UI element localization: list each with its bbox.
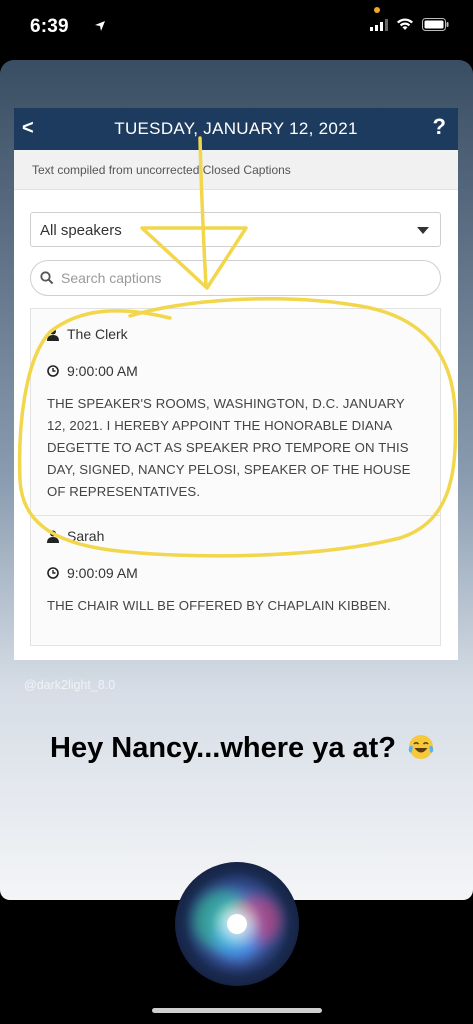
status-bar: 6:39 xyxy=(0,0,473,60)
speaker-name: The Clerk xyxy=(67,326,128,342)
subtitle-text: Text compiled from uncorrected Closed Ca… xyxy=(32,163,291,177)
time-row: 9:00:00 AM xyxy=(47,363,424,379)
caption-text: THE CHAIR WILL BE OFFERED BY CHAPLAIN KI… xyxy=(47,598,391,613)
caret-down-icon xyxy=(417,227,429,234)
battery-icon xyxy=(422,18,449,31)
speaker-row: The Clerk xyxy=(47,326,424,342)
caption-page-header: < TUESDAY, JANUARY 12, 2021 ? xyxy=(14,108,458,150)
speaker-filter-value: All speakers xyxy=(40,222,122,239)
subtitle-bar: Text compiled from uncorrected Closed Ca… xyxy=(14,150,458,190)
speaker-row: Sarah xyxy=(47,528,424,544)
speaker-filter-select[interactable]: All speakers xyxy=(30,212,441,247)
user-icon xyxy=(47,328,59,341)
caption-entry: The Clerk 9:00:00 AM THE SPEAKER'S ROOMS… xyxy=(30,308,441,516)
status-icons xyxy=(370,18,449,31)
search-input[interactable] xyxy=(61,266,431,290)
search-icon xyxy=(40,271,54,285)
user-icon xyxy=(47,530,59,543)
story-handle: @dark2light_8.0 xyxy=(24,678,116,692)
siri-orb-icon[interactable] xyxy=(175,862,299,986)
speaker-name: Sarah xyxy=(67,528,105,544)
caption-entry: Sarah 9:00:09 AM THE CHAIR WILL BE OFFER… xyxy=(30,516,441,646)
clock-icon xyxy=(47,365,59,377)
caption-list: The Clerk 9:00:00 AM THE SPEAKER'S ROOMS… xyxy=(30,308,441,646)
story-caption: Hey Nancy...where ya at? xyxy=(50,727,450,769)
caption-time: 9:00:00 AM xyxy=(67,363,138,379)
story-card[interactable]: < TUESDAY, JANUARY 12, 2021 ? Text compi… xyxy=(0,60,473,900)
privacy-indicator-dot xyxy=(374,7,380,13)
home-indicator[interactable] xyxy=(152,1008,322,1013)
face-with-tears-of-joy-icon xyxy=(408,735,434,759)
embedded-screenshot: < TUESDAY, JANUARY 12, 2021 ? Text compi… xyxy=(14,108,458,660)
status-time: 6:39 xyxy=(30,16,69,37)
clock-icon xyxy=(47,567,59,579)
caption-text: THE SPEAKER'S ROOMS, WASHINGTON, D.C. JA… xyxy=(47,396,411,499)
help-button[interactable]: ? xyxy=(433,114,446,140)
page-title: TUESDAY, JANUARY 12, 2021 xyxy=(114,119,358,138)
wifi-icon xyxy=(397,18,413,30)
search-box[interactable] xyxy=(30,260,441,296)
caption-time: 9:00:09 AM xyxy=(67,565,138,581)
story-caption-text: Hey Nancy...where ya at? xyxy=(50,732,397,764)
time-row: 9:00:09 AM xyxy=(47,565,424,581)
cellular-signal-icon xyxy=(370,18,388,31)
